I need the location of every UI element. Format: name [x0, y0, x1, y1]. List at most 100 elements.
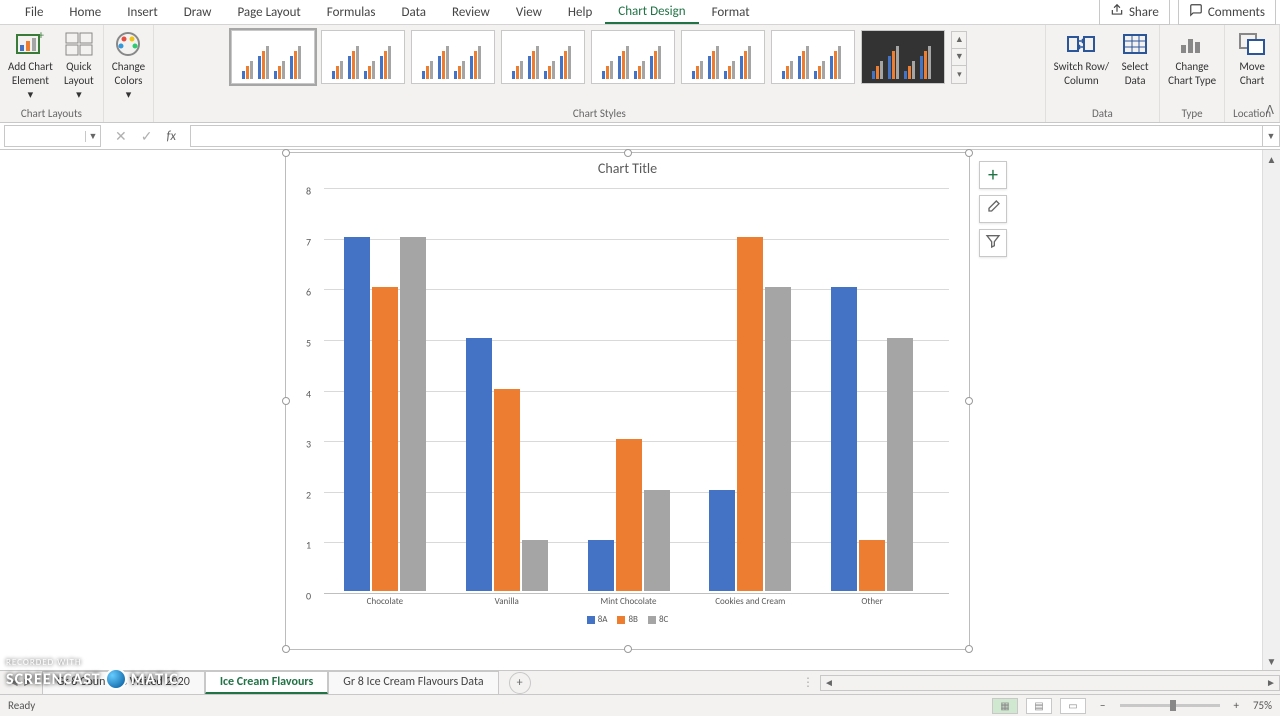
group-label-layouts: Chart Layouts: [21, 105, 82, 120]
chart-style-thumb-5[interactable]: [591, 30, 675, 84]
bar[interactable]: [709, 490, 735, 591]
scroll-down-button[interactable]: ▼: [1263, 652, 1280, 670]
vertical-scrollbar[interactable]: ▲ ▼: [1262, 150, 1280, 670]
chart-styles-button[interactable]: [979, 195, 1007, 223]
plot-area[interactable]: 012345678ChocolateVanillaMint ChocolateC…: [306, 188, 949, 591]
tab-view[interactable]: View: [503, 2, 555, 23]
legend-item[interactable]: 8B: [617, 614, 637, 625]
group-data: Switch Row/ Column Select Data Data: [1046, 25, 1160, 122]
bar[interactable]: [466, 338, 492, 591]
brush-icon: [985, 199, 1001, 220]
ribbon: + Add Chart Element ▾ Quick Layout ▾ Cha…: [0, 25, 1280, 123]
chart-style-thumb-3[interactable]: [411, 30, 495, 84]
tab-data[interactable]: Data: [389, 2, 440, 23]
bar[interactable]: [522, 540, 548, 591]
zoom-in-button[interactable]: +: [1228, 699, 1245, 712]
enter-formula-icon[interactable]: ✓: [141, 128, 153, 145]
bar[interactable]: [831, 287, 857, 591]
tab-review[interactable]: Review: [439, 2, 503, 23]
x-category-label: Other: [861, 596, 882, 607]
view-page-break-button[interactable]: ▭: [1060, 698, 1086, 714]
tab-nav-next[interactable]: ►: [22, 675, 34, 690]
chart-style-thumb-7[interactable]: [771, 30, 855, 84]
chart-elements-button[interactable]: +: [979, 161, 1007, 189]
plus-icon: +: [517, 676, 523, 690]
formula-input[interactable]: [190, 125, 1262, 147]
share-label: Share: [1129, 5, 1159, 20]
sheet-tab[interactable]: Gr 8 Ice Cream Flavours Data: [328, 671, 498, 694]
chart-style-thumb-6[interactable]: [681, 30, 765, 84]
chart-style-thumb-8[interactable]: [861, 30, 945, 84]
tab-home[interactable]: Home: [56, 2, 114, 23]
name-box-dropdown[interactable]: ▼: [85, 131, 100, 142]
name-box[interactable]: ▼: [4, 125, 101, 147]
select-data-button[interactable]: Select Data: [1119, 30, 1151, 88]
bar[interactable]: [344, 237, 370, 591]
bar[interactable]: [372, 287, 398, 591]
legend-item[interactable]: 8A: [587, 614, 608, 625]
bar[interactable]: [859, 540, 885, 591]
sheet-tab[interactable]: Gr 8 Countries Visited 2020: [42, 671, 205, 694]
hscroll-left[interactable]: ◄: [821, 676, 837, 689]
bar[interactable]: [494, 389, 520, 592]
chart-style-thumb-4[interactable]: [501, 30, 585, 84]
chart-style-thumb-1[interactable]: [231, 30, 315, 84]
zoom-slider[interactable]: [1120, 704, 1220, 707]
chart-object[interactable]: + Chart Title 012345678ChocolateVanillaM…: [285, 152, 970, 650]
bar[interactable]: [616, 439, 642, 591]
bar[interactable]: [644, 490, 670, 591]
tab-format[interactable]: Format: [699, 2, 763, 23]
sheet-tab[interactable]: Ice Cream Flavours: [205, 671, 328, 694]
bar[interactable]: [588, 540, 614, 591]
new-sheet-button[interactable]: +: [509, 672, 531, 694]
y-tick: 8: [306, 185, 311, 198]
tab-insert[interactable]: Insert: [114, 2, 171, 23]
gallery-scroll: ▲ ▼ ▾: [951, 31, 967, 84]
hscroll-right[interactable]: ►: [1263, 676, 1279, 689]
view-normal-button[interactable]: ▦: [992, 698, 1018, 714]
name-box-input[interactable]: [5, 129, 85, 143]
y-tick: 1: [306, 539, 311, 552]
move-chart-button[interactable]: Move Chart: [1236, 30, 1268, 88]
horizontal-scrollbar[interactable]: ◄ ►: [820, 675, 1280, 691]
insert-function-icon[interactable]: fx: [166, 129, 176, 144]
sheet-canvas[interactable]: + Chart Title 012345678ChocolateVanillaM…: [0, 150, 1262, 670]
group-type: Change Chart Type Type: [1160, 25, 1225, 122]
scroll-up-button[interactable]: ▲: [1263, 150, 1280, 168]
bar[interactable]: [400, 237, 426, 591]
switch-row-column-button[interactable]: Switch Row/ Column: [1054, 30, 1109, 88]
cancel-formula-icon[interactable]: ✕: [115, 128, 127, 145]
tab-nav-prev[interactable]: ◄: [8, 675, 20, 690]
gallery-more-button[interactable]: ▾: [952, 66, 966, 83]
collapse-ribbon-button[interactable]: ᐱ: [1266, 103, 1274, 118]
svg-text:+: +: [38, 31, 44, 43]
gallery-down-button[interactable]: ▼: [952, 49, 966, 66]
tab-help[interactable]: Help: [555, 2, 605, 23]
chart-filters-button[interactable]: [979, 229, 1007, 257]
legend-item[interactable]: 8C: [648, 614, 668, 625]
view-page-layout-button[interactable]: ▤: [1026, 698, 1052, 714]
group-chart-layouts: + Add Chart Element ▾ Quick Layout ▾ Cha…: [0, 25, 104, 122]
quick-layout-icon: [63, 30, 95, 58]
change-colors-button[interactable]: Change Colors ▾: [112, 30, 145, 101]
comments-button[interactable]: Comments: [1178, 0, 1276, 25]
tab-page-layout[interactable]: Page Layout: [224, 2, 313, 23]
share-icon: [1110, 3, 1124, 21]
change-chart-type-button[interactable]: Change Chart Type: [1168, 30, 1216, 88]
zoom-out-button[interactable]: −: [1094, 699, 1111, 712]
chart-style-thumb-2[interactable]: [321, 30, 405, 84]
share-button[interactable]: Share: [1099, 0, 1170, 25]
chart-legend[interactable]: 8A 8B 8C: [286, 614, 969, 625]
tab-file[interactable]: File: [12, 2, 56, 23]
tab-formulas[interactable]: Formulas: [314, 2, 389, 23]
add-chart-element-button[interactable]: + Add Chart Element ▾: [8, 30, 53, 101]
zoom-level[interactable]: 75%: [1253, 699, 1272, 712]
tab-draw[interactable]: Draw: [171, 2, 225, 23]
gallery-up-button[interactable]: ▲: [952, 32, 966, 49]
quick-layout-button[interactable]: Quick Layout ▾: [63, 30, 95, 101]
tab-chart-design[interactable]: Chart Design: [605, 1, 698, 24]
expand-formula-bar-button[interactable]: ▼: [1262, 125, 1280, 147]
bar[interactable]: [765, 287, 791, 591]
bar[interactable]: [887, 338, 913, 591]
bar[interactable]: [737, 237, 763, 591]
